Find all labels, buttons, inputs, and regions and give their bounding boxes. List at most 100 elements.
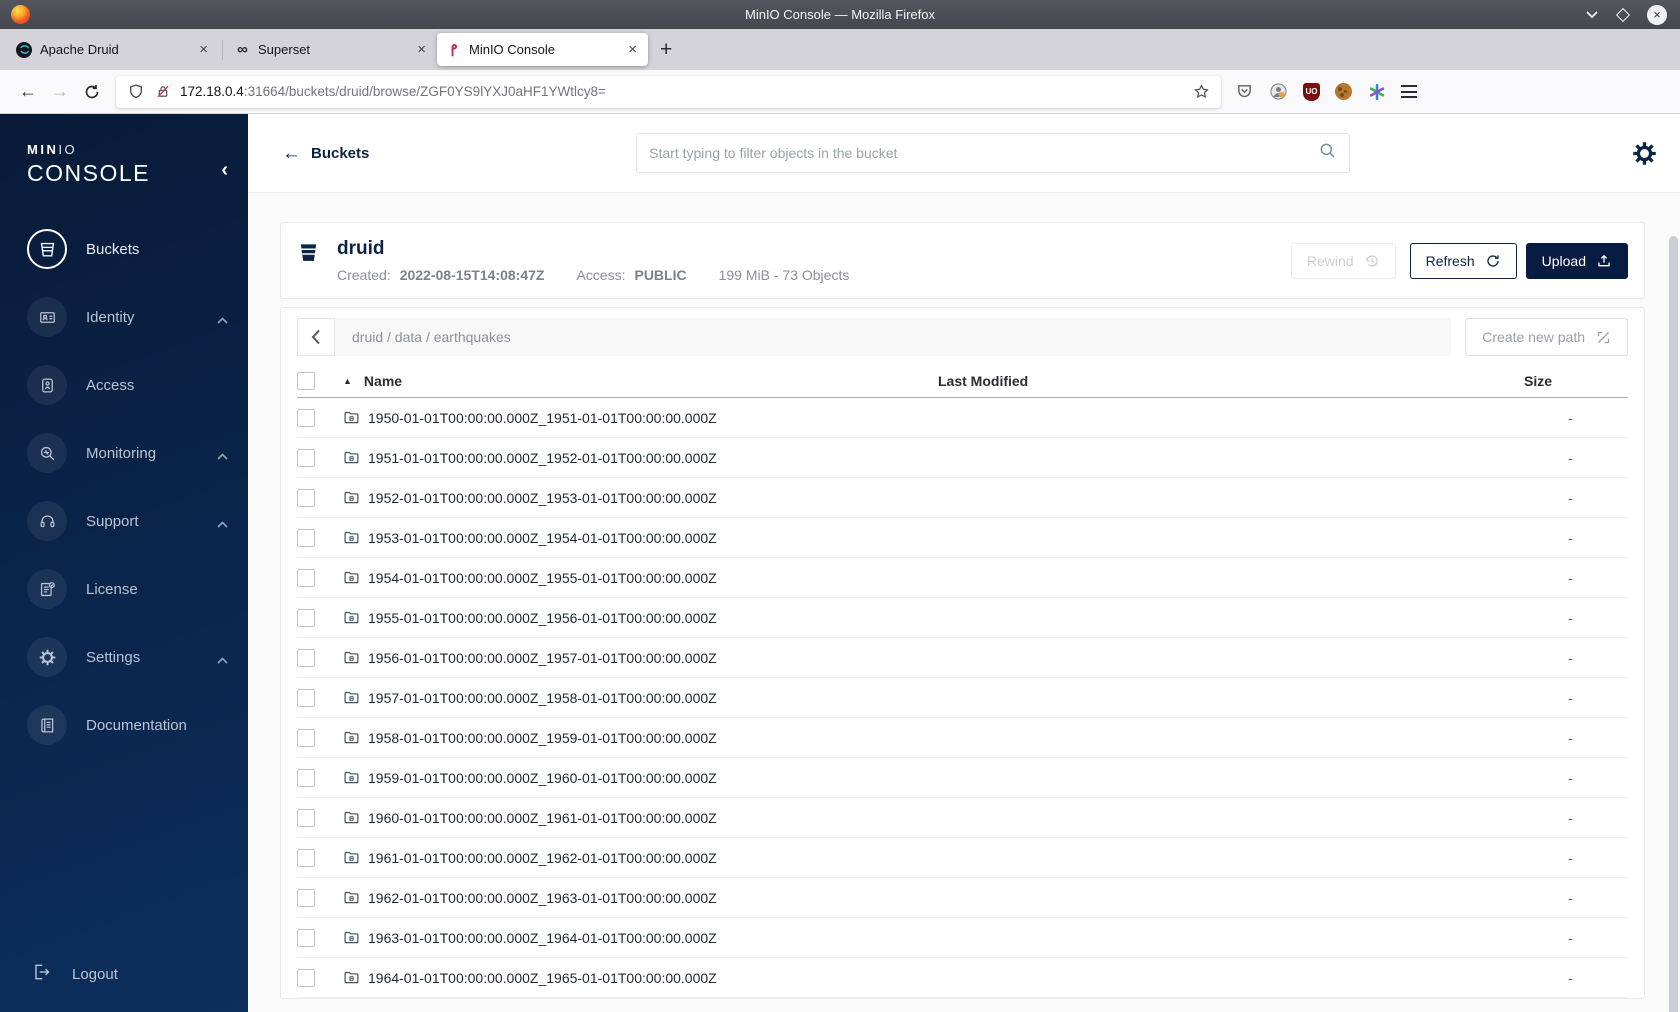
- ublock-origin-icon[interactable]: UO: [1303, 82, 1320, 101]
- back-button[interactable]: ←: [12, 76, 44, 108]
- tab-close-icon[interactable]: ×: [414, 41, 429, 58]
- table-row[interactable]: 1953-01-01T00:00:00.000Z_1954-01-01T00:0…: [297, 518, 1628, 558]
- row-checkbox[interactable]: [297, 448, 315, 467]
- filter-objects-search[interactable]: [636, 133, 1351, 173]
- folder-icon: [343, 689, 360, 706]
- account-containers-icon[interactable]: [1269, 82, 1288, 101]
- object-size: -: [1568, 729, 1573, 746]
- refresh-button[interactable]: Refresh: [1409, 242, 1517, 279]
- sidebar-item-access[interactable]: Access: [0, 365, 248, 405]
- table-row[interactable]: 1951-01-01T00:00:00.000Z_1952-01-01T00:0…: [297, 438, 1628, 478]
- cookie-icon[interactable]: [1335, 83, 1352, 100]
- row-checkbox[interactable]: [297, 728, 315, 747]
- row-checkbox[interactable]: [297, 968, 315, 987]
- tab-superset[interactable]: ∞ Superset ×: [226, 33, 437, 66]
- sidebar-item-logout[interactable]: Logout: [0, 962, 248, 986]
- main-content: ← Buckets Start typing to filter objects…: [248, 114, 1680, 1012]
- table-row[interactable]: 1962-01-01T00:00:00.000Z_1963-01-01T00:0…: [297, 878, 1628, 918]
- sidebar-item-documentation[interactable]: Documentation: [0, 705, 248, 745]
- row-checkbox[interactable]: [297, 888, 315, 907]
- sort-asc-icon[interactable]: ▲: [343, 376, 352, 386]
- bucket-summary-card: druid Created: 2022-08-15T14:08:47Z Acce…: [280, 222, 1645, 299]
- chevron-up-icon[interactable]: [217, 447, 228, 464]
- table-row[interactable]: 1956-01-01T00:00:00.000Z_1957-01-01T00:0…: [297, 638, 1628, 678]
- sidebar-item-identity[interactable]: Identity: [0, 297, 248, 337]
- titlebar: MinIO Console — Mozilla Firefox ×: [0, 0, 1680, 29]
- row-checkbox[interactable]: [297, 608, 315, 627]
- tab-close-icon[interactable]: ×: [196, 41, 211, 58]
- create-new-path-button[interactable]: Create new path: [1465, 318, 1628, 356]
- object-browser-topbar: ← Buckets: [248, 114, 1680, 193]
- sidebar-item-monitoring[interactable]: Monitoring: [0, 433, 248, 473]
- sidebar-item-license[interactable]: License: [0, 569, 248, 609]
- url-path: :31664/buckets/druid/browse/ZGF0YS9lYXJ0…: [243, 84, 606, 99]
- pocket-icon[interactable]: [1235, 82, 1254, 101]
- table-row[interactable]: 1952-01-01T00:00:00.000Z_1953-01-01T00:0…: [297, 478, 1628, 518]
- row-checkbox[interactable]: [297, 528, 315, 547]
- folder-icon: [343, 889, 360, 906]
- insecure-lock-icon[interactable]: [153, 82, 172, 101]
- chevron-up-icon[interactable]: [217, 515, 228, 532]
- row-checkbox[interactable]: [297, 808, 315, 827]
- minimize-icon[interactable]: [1585, 10, 1599, 19]
- object-size: -: [1568, 409, 1573, 426]
- sidebar-item-buckets[interactable]: Buckets: [0, 229, 248, 269]
- column-name[interactable]: Name: [364, 373, 402, 389]
- table-row[interactable]: 1961-01-01T00:00:00.000Z_1962-01-01T00:0…: [297, 838, 1628, 878]
- row-checkbox[interactable]: [297, 928, 315, 947]
- table-body: 1950-01-01T00:00:00.000Z_1951-01-01T00:0…: [297, 398, 1628, 998]
- firefox-window: MinIO Console — Mozilla Firefox × Apache…: [0, 0, 1680, 1012]
- path-back-button[interactable]: [297, 318, 335, 356]
- tab-minio-console[interactable]: MinIO Console ×: [437, 33, 648, 66]
- back-to-buckets-link[interactable]: ← Buckets: [282, 144, 369, 163]
- table-row[interactable]: 1959-01-01T00:00:00.000Z_1960-01-01T00:0…: [297, 758, 1628, 798]
- maximize-icon[interactable]: [1615, 7, 1631, 22]
- table-row[interactable]: 1957-01-01T00:00:00.000Z_1958-01-01T00:0…: [297, 678, 1628, 718]
- access-value: PUBLIC: [634, 267, 687, 283]
- close-window-icon[interactable]: ×: [1647, 4, 1667, 25]
- row-checkbox[interactable]: [297, 408, 315, 427]
- object-name: 1962-01-01T00:00:00.000Z_1963-01-01T00:0…: [368, 889, 717, 906]
- settings-gear-icon[interactable]: [1631, 140, 1658, 167]
- sidebar-item-support[interactable]: Support: [0, 501, 248, 541]
- new-tab-button[interactable]: +: [660, 38, 672, 62]
- table-row[interactable]: 1950-01-01T00:00:00.000Z_1951-01-01T00:0…: [297, 398, 1628, 438]
- object-size: -: [1568, 529, 1573, 546]
- column-last-modified[interactable]: Last Modified: [938, 373, 1498, 389]
- row-checkbox[interactable]: [297, 688, 315, 707]
- menu-icon[interactable]: [1401, 85, 1417, 98]
- sidebar-item-settings[interactable]: Settings: [0, 637, 248, 677]
- chevron-up-icon[interactable]: [217, 311, 228, 328]
- upload-button[interactable]: Upload: [1525, 242, 1628, 279]
- vertical-scrollbar[interactable]: [1669, 236, 1678, 1012]
- column-size[interactable]: Size: [1524, 373, 1552, 389]
- tab-strip: Apache Druid × ∞ Superset × MinIO Consol…: [0, 29, 1680, 70]
- row-checkbox[interactable]: [297, 648, 315, 667]
- row-checkbox[interactable]: [297, 488, 315, 507]
- url-bar[interactable]: 172.18.0.4:31664/buckets/druid/browse/ZG…: [116, 75, 1221, 108]
- tab-close-icon[interactable]: ×: [625, 41, 640, 58]
- extension-asterisk-icon[interactable]: [1367, 82, 1386, 101]
- table-row[interactable]: 1954-01-01T00:00:00.000Z_1955-01-01T00:0…: [297, 558, 1628, 598]
- table-row[interactable]: 1958-01-01T00:00:00.000Z_1959-01-01T00:0…: [297, 718, 1628, 758]
- table-row[interactable]: 1960-01-01T00:00:00.000Z_1961-01-01T00:0…: [297, 798, 1628, 838]
- row-checkbox[interactable]: [297, 568, 315, 587]
- folder-icon: [343, 449, 360, 466]
- table-row[interactable]: 1964-01-01T00:00:00.000Z_1965-01-01T00:0…: [297, 958, 1628, 998]
- table-row[interactable]: 1963-01-01T00:00:00.000Z_1964-01-01T00:0…: [297, 918, 1628, 958]
- row-checkbox[interactable]: [297, 768, 315, 787]
- chevron-up-icon[interactable]: [217, 651, 228, 668]
- reload-button[interactable]: [76, 76, 108, 108]
- row-checkbox[interactable]: [297, 848, 315, 867]
- breadcrumb[interactable]: druid / data / earthquakes: [335, 318, 1452, 356]
- bookmark-star-icon[interactable]: [1192, 82, 1211, 101]
- identity-card-icon: [27, 297, 67, 337]
- table-row[interactable]: 1955-01-01T00:00:00.000Z_1956-01-01T00:0…: [297, 598, 1628, 638]
- search-input[interactable]: [649, 145, 1319, 161]
- sidebar-item-label: Monitoring: [86, 444, 157, 462]
- sidebar-collapse-icon[interactable]: ‹: [221, 160, 228, 180]
- tab-apache-druid[interactable]: Apache Druid ×: [8, 33, 219, 66]
- tracking-shield-icon[interactable]: [126, 82, 145, 101]
- select-all-checkbox[interactable]: [297, 371, 315, 390]
- object-size: -: [1568, 689, 1573, 706]
